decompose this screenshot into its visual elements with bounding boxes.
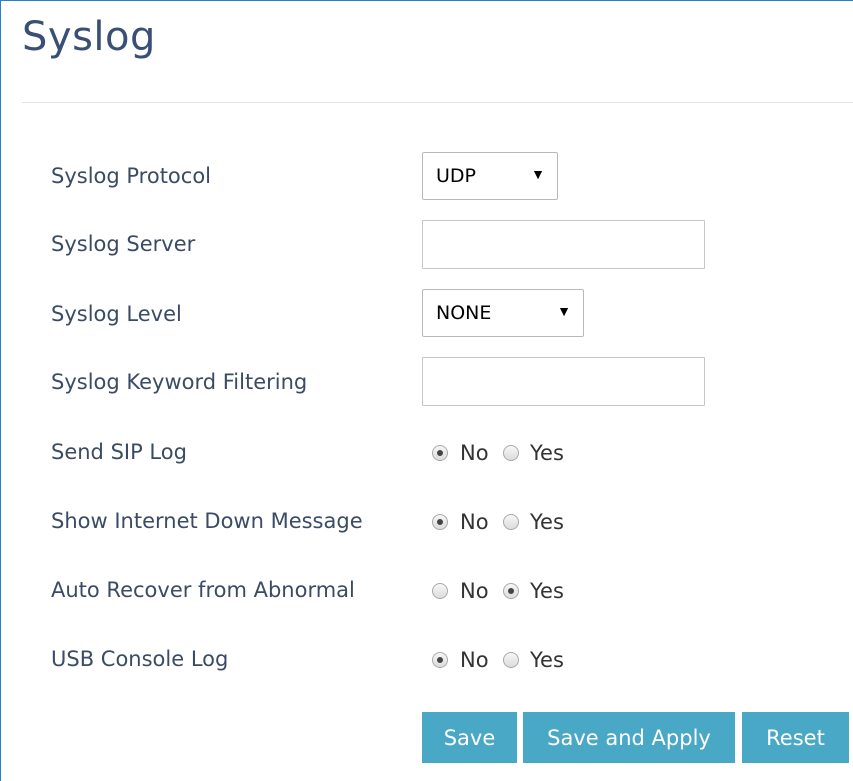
page-title: Syslog: [22, 14, 156, 60]
save-and-apply-button[interactable]: Save and Apply: [523, 712, 735, 763]
radio-label-no: No: [460, 648, 489, 672]
sip-log-yes-radio[interactable]: [503, 445, 519, 461]
usb-console-no-radio[interactable]: [432, 652, 448, 668]
protocol-select[interactable]: UDP ▼: [422, 152, 558, 200]
chevron-down-icon: ▼: [557, 303, 571, 319]
radio-label-yes: Yes: [530, 648, 564, 672]
sip-log-no-radio[interactable]: [432, 445, 448, 461]
chevron-down-icon: ▼: [531, 166, 545, 182]
internet-down-label: Show Internet Down Message: [51, 509, 363, 533]
auto-recover-label: Auto Recover from Abnormal: [51, 578, 355, 602]
server-input[interactable]: [422, 220, 705, 269]
radio-label-yes: Yes: [530, 441, 564, 465]
title-divider: [22, 102, 853, 103]
radio-label-no: No: [460, 441, 489, 465]
radio-label-yes: Yes: [530, 579, 564, 603]
internet-down-yes-radio[interactable]: [503, 514, 519, 530]
reset-button[interactable]: Reset: [742, 712, 849, 763]
level-label: Syslog Level: [51, 302, 182, 326]
radio-label-no: No: [460, 579, 489, 603]
protocol-select-value: UDP: [436, 165, 476, 187]
server-label: Syslog Server: [51, 232, 196, 256]
protocol-label: Syslog Protocol: [51, 164, 212, 188]
keyword-label: Syslog Keyword Filtering: [51, 370, 308, 394]
keyword-input[interactable]: [422, 357, 705, 406]
auto-recover-yes-radio[interactable]: [503, 583, 519, 599]
usb-console-yes-radio[interactable]: [503, 652, 519, 668]
level-select-value: NONE: [436, 302, 492, 324]
save-button[interactable]: Save: [422, 712, 517, 763]
radio-label-yes: Yes: [530, 510, 564, 534]
usb-console-label: USB Console Log: [51, 647, 229, 671]
auto-recover-no-radio[interactable]: [432, 583, 448, 599]
radio-label-no: No: [460, 510, 489, 534]
internet-down-no-radio[interactable]: [432, 514, 448, 530]
sip-log-label: Send SIP Log: [51, 440, 187, 464]
level-select[interactable]: NONE ▼: [422, 289, 584, 337]
